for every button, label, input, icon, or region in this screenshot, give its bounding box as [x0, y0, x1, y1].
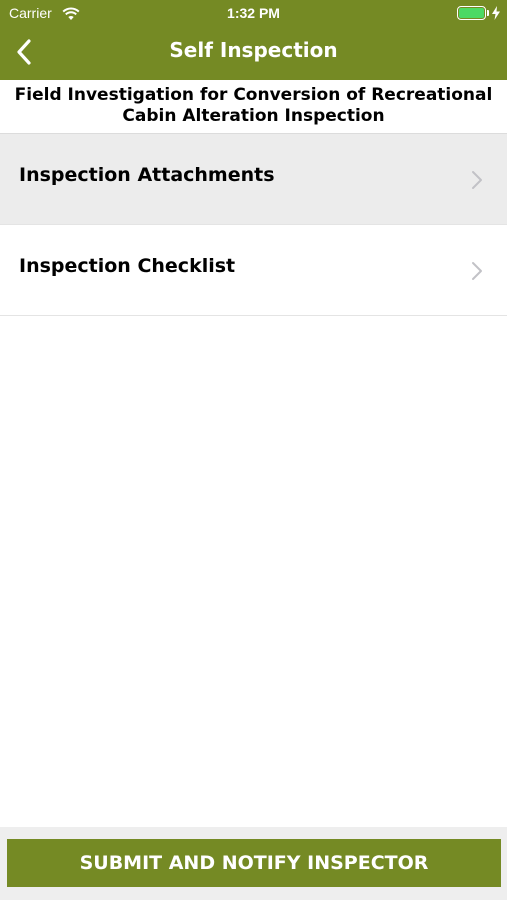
self-inspection-screen: Carrier 1:32 PM Self Inspection Field In…: [0, 0, 507, 900]
navigation-bar: Self Inspection: [0, 28, 507, 80]
clock: 1:32 PM: [227, 5, 280, 21]
back-button[interactable]: [6, 36, 42, 72]
chevron-right-icon: [471, 170, 483, 194]
status-bar: Carrier 1:32 PM: [0, 0, 507, 28]
menu-item-label: Inspection Checklist: [19, 255, 236, 277]
page-title: Self Inspection: [169, 38, 338, 62]
header: Carrier 1:32 PM Self Inspection: [0, 0, 507, 80]
footer: SUBMIT AND NOTIFY INSPECTOR: [0, 827, 507, 900]
menu-item-label: Inspection Attachments: [19, 164, 275, 186]
menu-item-inspection-attachments[interactable]: Inspection Attachments: [0, 134, 507, 225]
inspection-title: Field Investigation for Conversion of Re…: [0, 80, 507, 134]
bolt-icon: [492, 5, 500, 24]
battery-icon: [457, 6, 489, 21]
menu-item-inspection-checklist[interactable]: Inspection Checklist: [0, 225, 507, 316]
chevron-right-icon: [471, 261, 483, 285]
chevron-left-icon: [16, 39, 32, 69]
submit-and-notify-button[interactable]: SUBMIT AND NOTIFY INSPECTOR: [7, 839, 501, 887]
inspection-menu: Inspection Attachments Inspection Checkl…: [0, 134, 507, 316]
